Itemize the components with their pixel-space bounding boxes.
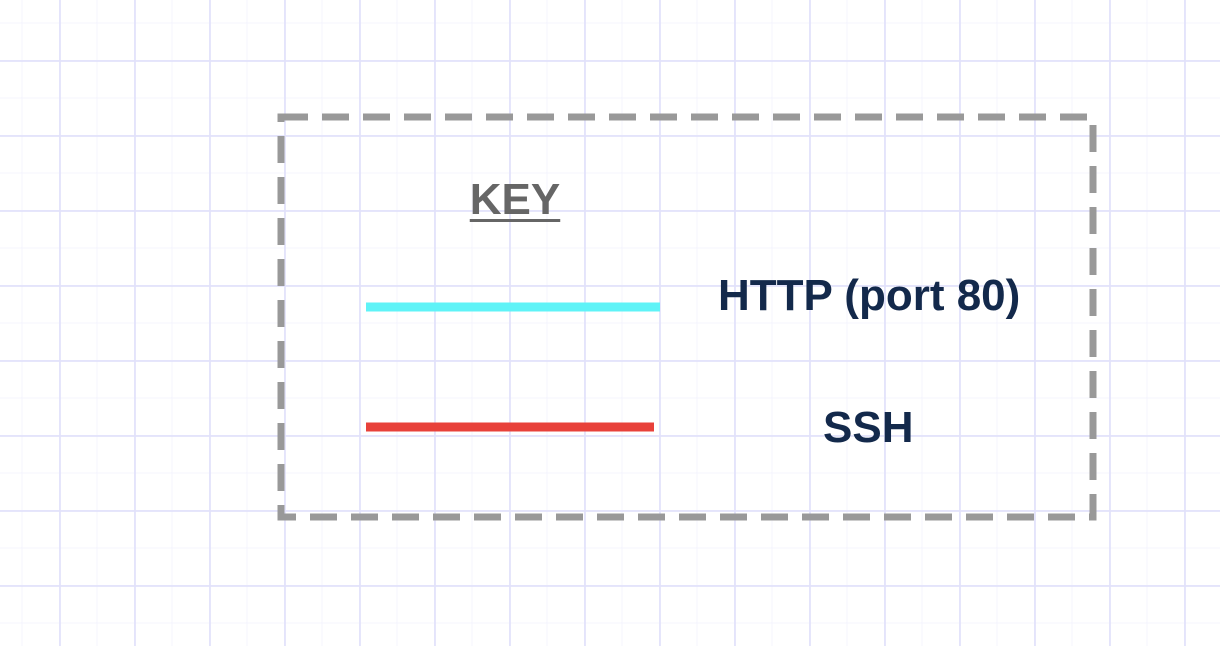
legend-title: KEY [469,175,561,224]
legend-label-ssh: SSH [823,403,914,452]
legend-label-http: HTTP (port 80) [718,271,1021,320]
legend-drawing [277,113,1097,521]
